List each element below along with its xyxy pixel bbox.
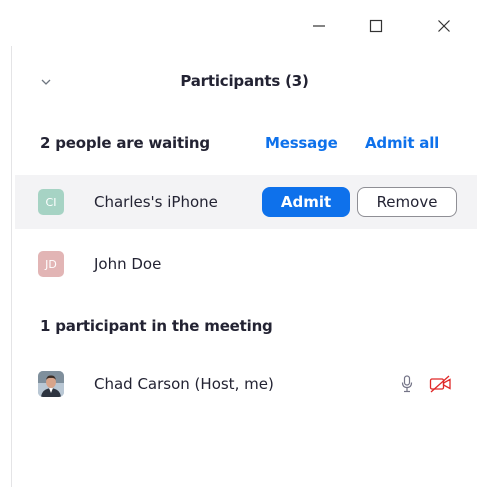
close-button[interactable] [424,10,464,42]
waiting-room-header: 2 people are waiting [40,134,210,152]
avatar: CI [38,189,64,215]
avatar-photo [38,371,64,397]
admit-button[interactable]: Admit [262,187,350,217]
remove-button[interactable]: Remove [357,187,457,217]
in-meeting-header: 1 participant in the meeting [40,317,273,335]
waiting-row-john[interactable]: JD John Doe [15,237,477,291]
avatar: JD [38,251,64,277]
panel-title: Participants (3) [180,72,309,90]
admit-all-button[interactable]: Admit all [365,134,439,152]
maximize-icon [369,19,383,33]
video-off-icon[interactable] [429,374,453,394]
message-button[interactable]: Message [265,134,338,152]
panel-left-border [11,46,12,487]
participant-name: Charles's iPhone [94,193,218,211]
participant-name: Chad Carson (Host, me) [94,375,274,393]
maximize-button[interactable] [356,10,396,42]
participant-name: John Doe [94,255,162,273]
minimize-button[interactable] [299,10,339,42]
participant-row-chad[interactable]: Chad Carson (Host, me) [15,357,477,411]
waiting-row-charles[interactable]: CI Charles's iPhone Admit Remove [15,175,477,229]
close-icon [437,19,451,33]
microphone-icon[interactable] [399,374,415,394]
minimize-icon [312,19,326,33]
